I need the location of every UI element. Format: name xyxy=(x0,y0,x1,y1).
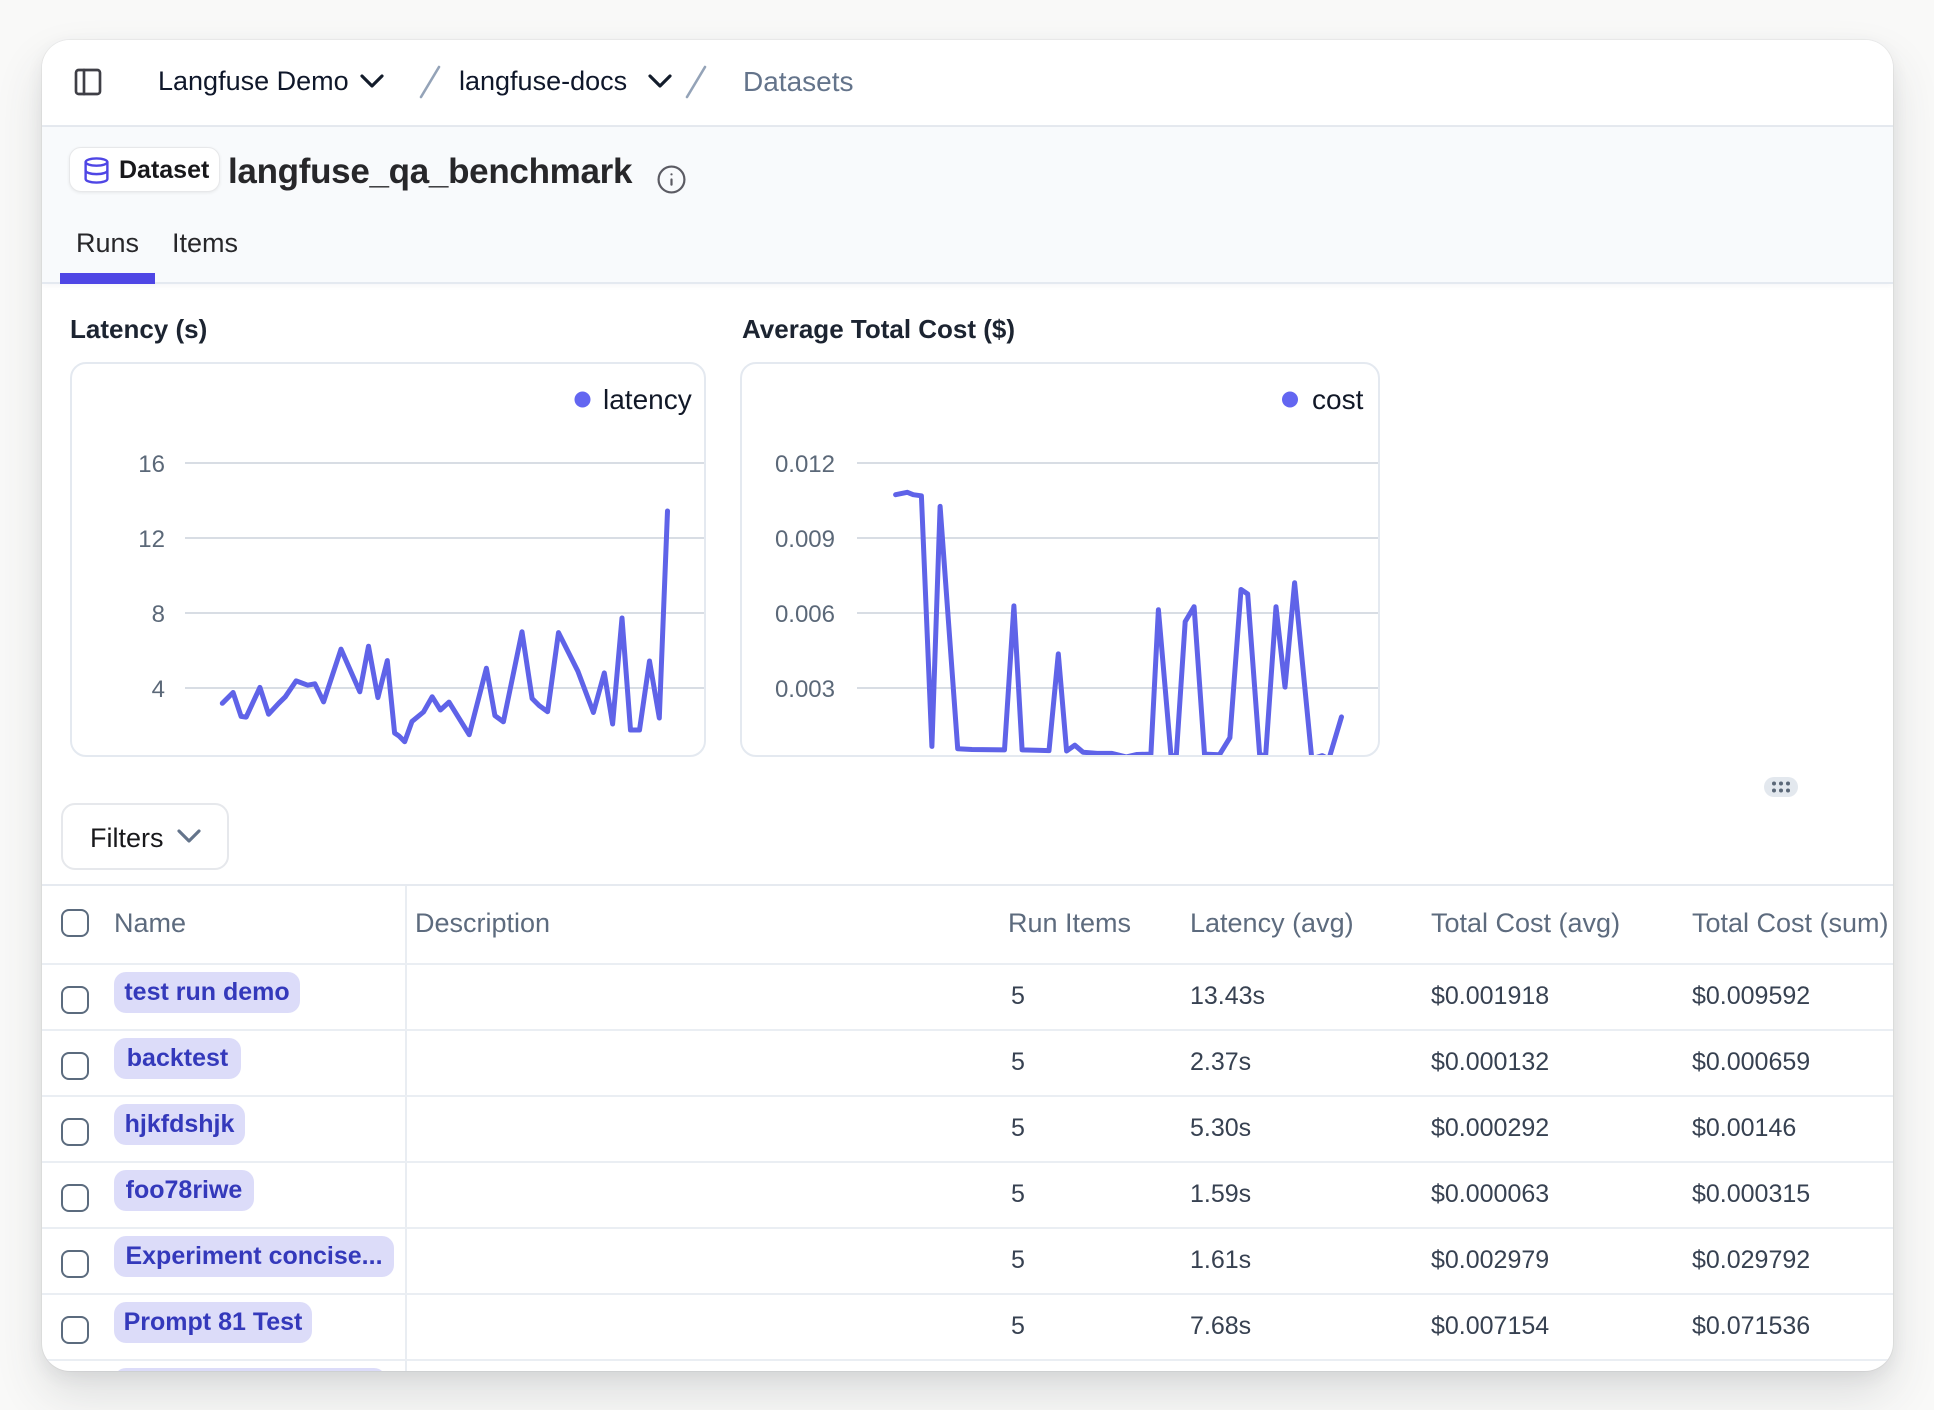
svg-text:0.006: 0.006 xyxy=(775,601,835,628)
svg-text:4: 4 xyxy=(152,676,165,703)
svg-text:0.009: 0.009 xyxy=(775,526,835,553)
svg-text:0.003: 0.003 xyxy=(775,676,835,703)
svg-text:cost: cost xyxy=(1312,384,1364,415)
svg-text:12: 12 xyxy=(138,526,165,553)
svg-text:0.012: 0.012 xyxy=(775,451,835,478)
svg-text:8: 8 xyxy=(152,601,165,628)
svg-text:16: 16 xyxy=(138,451,165,478)
svg-text:latency: latency xyxy=(603,384,692,415)
